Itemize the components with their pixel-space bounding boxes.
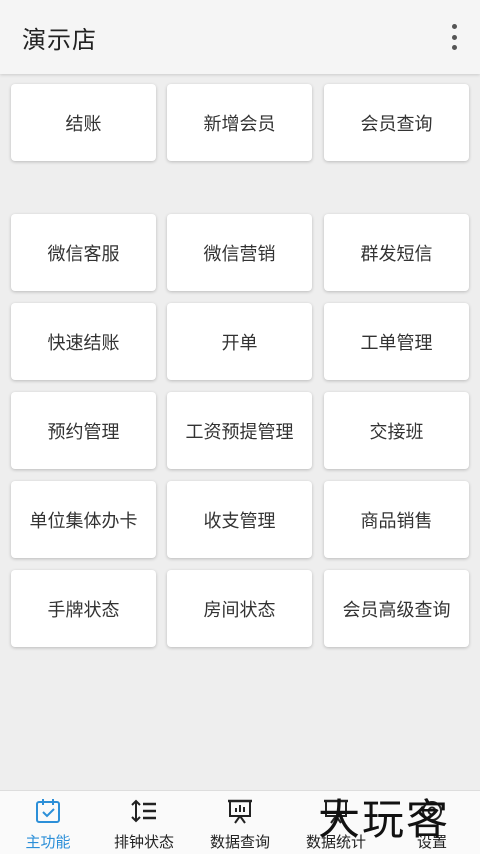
bulk-sms-button[interactable]: 群发短信 — [324, 214, 469, 291]
nav-clock-status[interactable]: 排钟状态 — [96, 791, 192, 854]
wechat-marketing-button[interactable]: 微信营销 — [167, 214, 312, 291]
sort-list-icon — [131, 799, 156, 823]
nav-settings-label: 设置 — [416, 833, 447, 851]
income-expense-button[interactable]: 收支管理 — [167, 481, 312, 558]
nav-data-query[interactable]: 数据查询 — [192, 791, 288, 854]
appointment-button[interactable]: 预约管理 — [11, 392, 156, 469]
work-order-button[interactable]: 工单管理 — [324, 303, 469, 380]
group-card-button[interactable]: 单位集体办卡 — [11, 481, 156, 558]
product-sales-button[interactable]: 商品销售 — [324, 481, 469, 558]
more-vertical-icon[interactable] — [444, 24, 464, 50]
wechat-service-button[interactable]: 微信客服 — [11, 214, 156, 291]
settings-icon — [422, 801, 442, 821]
nav-clock-status-label: 排钟状态 — [113, 833, 174, 851]
calendar-check-icon — [36, 799, 60, 823]
shift-handover-button[interactable]: 交接班 — [324, 392, 469, 469]
nav-data-stats-label: 数据统计 — [305, 833, 366, 851]
room-status-button[interactable]: 房间状态 — [167, 570, 312, 647]
advanced-member-search-button[interactable]: 会员高级查询 — [324, 570, 469, 647]
quick-checkout-button[interactable]: 快速结账 — [11, 303, 156, 380]
bottom-nav: 主功能 排钟状态 数据查询 数据统计 设置 — [0, 790, 480, 854]
salary-accrual-button[interactable]: 工资预提管理 — [167, 392, 312, 469]
checkout-button[interactable]: 结账 — [11, 84, 156, 161]
app-bar: 演示店 — [0, 0, 480, 74]
nav-data-stats[interactable]: 数据统计 — [288, 791, 384, 854]
member-search-button[interactable]: 会员查询 — [324, 84, 469, 161]
store-title: 演示店 — [22, 26, 97, 54]
open-order-button[interactable]: 开单 — [167, 303, 312, 380]
add-member-button[interactable]: 新增会员 — [167, 84, 312, 161]
nav-main-label: 主功能 — [25, 833, 71, 851]
nav-main[interactable]: 主功能 — [0, 791, 96, 854]
wristband-status-button[interactable]: 手牌状态 — [11, 570, 156, 647]
nav-data-query-label: 数据查询 — [209, 833, 270, 851]
board-icon — [324, 799, 348, 824]
nav-settings[interactable]: 设置 — [384, 791, 480, 854]
presentation-chart-icon — [228, 799, 252, 824]
